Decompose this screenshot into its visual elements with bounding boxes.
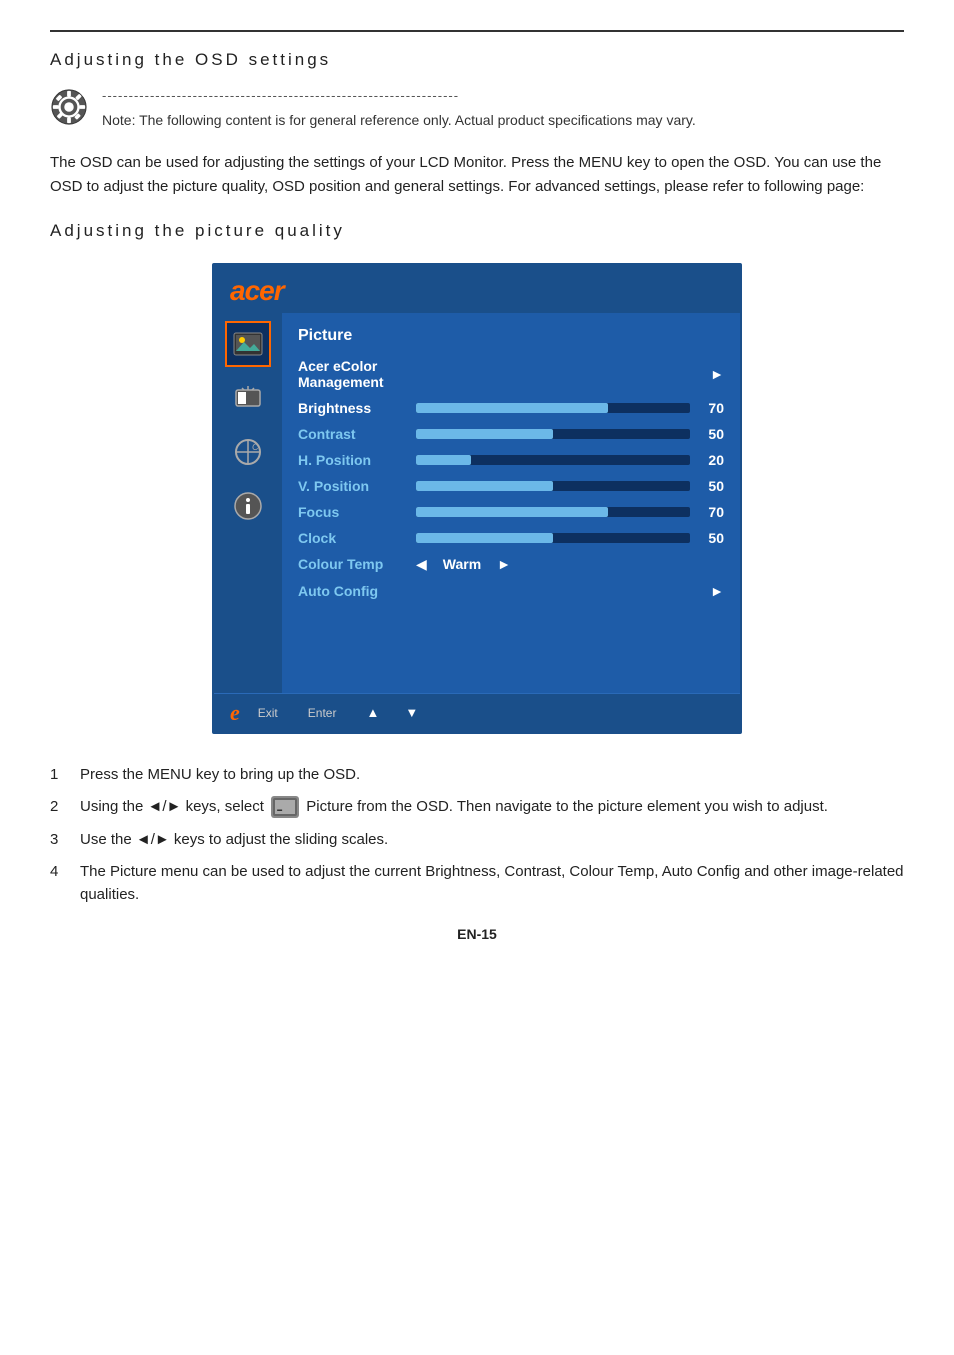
- osd-footer-e-icon: e: [230, 700, 240, 726]
- osd-slider-fill-focus: [416, 507, 608, 517]
- instructions-list: 1 Press the MENU key to bring up the OSD…: [50, 764, 904, 907]
- osd-label-focus: Focus: [298, 504, 408, 520]
- note-box: ----------------------------------------…: [50, 86, 904, 131]
- note-dashes: ----------------------------------------…: [102, 86, 696, 106]
- osd-label-clock: Clock: [298, 530, 408, 546]
- instruction-4: 4 The Picture menu can be used to adjust…: [50, 861, 904, 906]
- instruction-text-1: Press the MENU key to bring up the OSD.: [80, 764, 904, 787]
- osd-footer-exit-label: Exit: [258, 706, 278, 720]
- osd-label-brightness: Brightness: [298, 400, 408, 416]
- osd-label-contrast: Contrast: [298, 426, 408, 442]
- osd-row-focus: Focus 70: [298, 499, 724, 525]
- osd-footer-enter-label: Enter: [308, 706, 337, 720]
- note-text: Note: The following content is for gener…: [102, 112, 696, 128]
- osd-row-ecolor: Acer eColor Management ►: [298, 353, 724, 395]
- osd-footer-up-arrow: ▲: [366, 705, 379, 720]
- osd-value-focus: 70: [698, 504, 724, 520]
- instruction-num-4: 4: [50, 861, 70, 884]
- osd-row-hposition: H. Position 20: [298, 447, 724, 473]
- osd-footer-down-arrow: ▼: [405, 705, 418, 720]
- osd-header: acer: [214, 265, 740, 313]
- osd-sidebar-brightness-icon[interactable]: [225, 375, 271, 421]
- instruction-2: 2 Using the ◄/► keys, select ▬ Picture f…: [50, 796, 904, 819]
- section1-title: Adjusting the OSD settings: [50, 50, 904, 70]
- osd-sidebar-picture-icon[interactable]: [225, 321, 271, 367]
- osd-footer: e Exit Enter ▲ ▼: [214, 693, 740, 732]
- osd-row-colourtemp: Colour Temp ◀ Warm ►: [298, 551, 724, 578]
- osd-row-brightness: Brightness 70: [298, 395, 724, 421]
- osd-label-vposition: V. Position: [298, 478, 408, 494]
- osd-value-brightness: 70: [698, 400, 724, 416]
- instruction-text-2: Using the ◄/► keys, select ▬ Picture fro…: [80, 796, 904, 819]
- section2-title: Adjusting the picture quality: [50, 221, 904, 241]
- osd-label-ecolor: Acer eColor Management: [298, 358, 408, 390]
- osd-menu: acer: [212, 263, 742, 734]
- osd-label-autoconfig: Auto Config: [298, 583, 408, 599]
- osd-value-clock: 50: [698, 530, 724, 546]
- osd-value-vposition: 50: [698, 478, 724, 494]
- osd-slider-fill-brightness: [416, 403, 608, 413]
- acer-logo: acer: [230, 275, 284, 306]
- osd-arrow-left-colourtemp: ◀: [416, 556, 427, 573]
- osd-menu-picture-title: Picture: [298, 323, 724, 349]
- osd-arrow-ecolor: ►: [710, 366, 724, 382]
- osd-slider-contrast: [416, 429, 690, 439]
- osd-sidebar: C: [214, 313, 282, 693]
- osd-slider-hposition: [416, 455, 690, 465]
- osd-slider-brightness: [416, 403, 690, 413]
- page-number: EN-15: [50, 926, 904, 942]
- osd-row-autoconfig: Auto Config ►: [298, 578, 724, 604]
- instruction-num-1: 1: [50, 764, 70, 787]
- instruction-text-4: The Picture menu can be used to adjust t…: [80, 861, 904, 906]
- instruction-1: 1 Press the MENU key to bring up the OSD…: [50, 764, 904, 787]
- osd-row-clock: Clock 50: [298, 525, 724, 551]
- osd-arrow-autoconfig: ►: [710, 583, 724, 599]
- body-text: The OSD can be used for adjusting the se…: [50, 151, 904, 199]
- osd-sidebar-geometry-icon[interactable]: C: [225, 429, 271, 475]
- osd-label-hposition: H. Position: [298, 452, 408, 468]
- osd-slider-fill-hposition: [416, 455, 471, 465]
- osd-slider-clock: [416, 533, 690, 543]
- top-divider: [50, 30, 904, 32]
- instruction-num-3: 3: [50, 829, 70, 852]
- osd-slider-vposition: [416, 481, 690, 491]
- osd-row-contrast: Contrast 50: [298, 421, 724, 447]
- osd-arrow-right-colourtemp: ►: [497, 556, 511, 572]
- note-icon: [50, 88, 88, 126]
- osd-menu-content: Picture Acer eColor Management ► Brightn…: [282, 313, 740, 693]
- osd-body: C Picture Acer eColor Management ►: [214, 313, 740, 693]
- osd-label-colourtemp: Colour Temp: [298, 556, 408, 572]
- osd-warm-text: Warm: [443, 556, 481, 572]
- note-content: ----------------------------------------…: [102, 86, 696, 131]
- osd-slider-focus: [416, 507, 690, 517]
- osd-slider-fill-contrast: [416, 429, 553, 439]
- osd-slider-fill-clock: [416, 533, 553, 543]
- osd-sidebar-info-icon[interactable]: [225, 483, 271, 529]
- instruction-num-2: 2: [50, 796, 70, 819]
- instruction-text-3: Use the ◄/► keys to adjust the sliding s…: [80, 829, 904, 852]
- svg-text:C: C: [252, 442, 259, 452]
- osd-slider-fill-vposition: [416, 481, 553, 491]
- osd-row-vposition: V. Position 50: [298, 473, 724, 499]
- instruction-3: 3 Use the ◄/► keys to adjust the sliding…: [50, 829, 904, 852]
- osd-value-hposition: 20: [698, 452, 724, 468]
- osd-value-contrast: 50: [698, 426, 724, 442]
